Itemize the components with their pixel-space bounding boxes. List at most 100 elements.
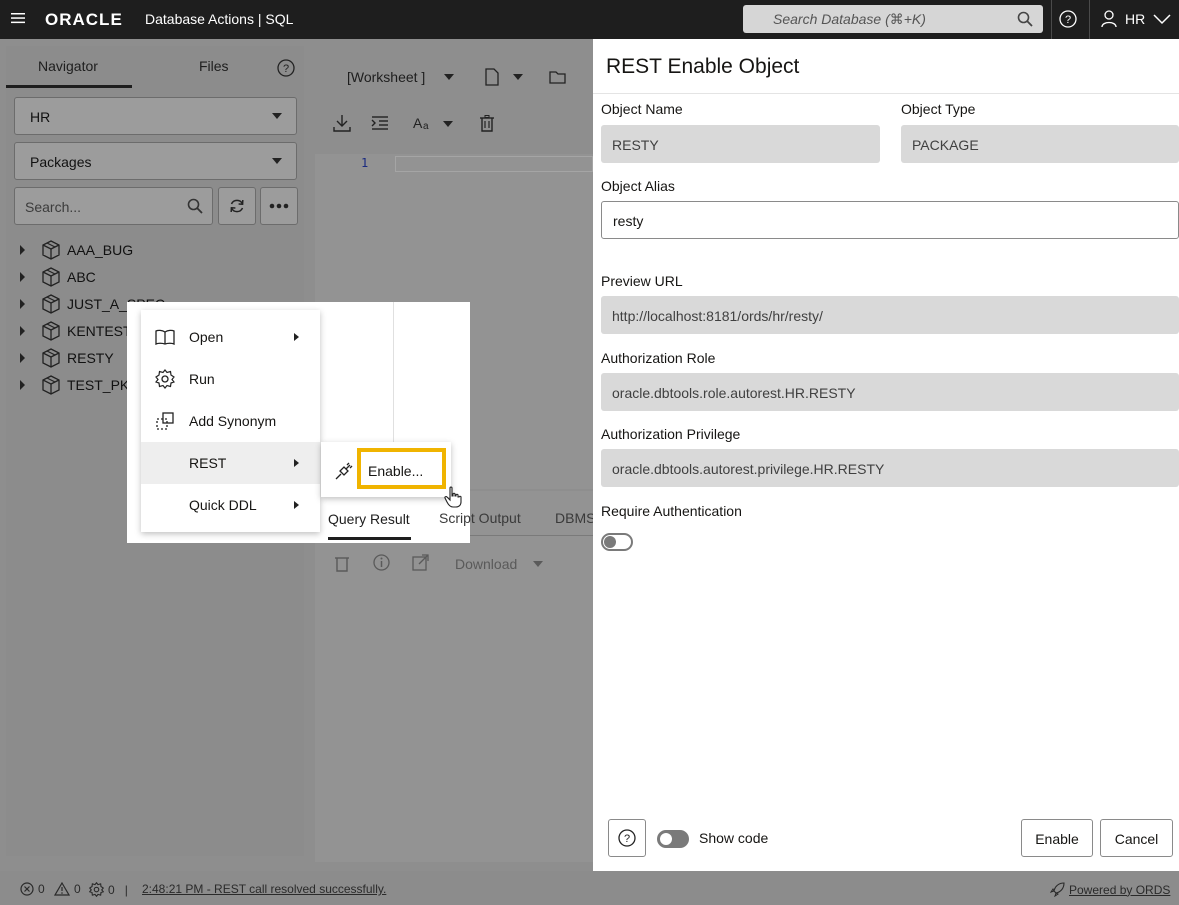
tab-query-result[interactable]: Query Result [328,511,410,527]
new-file-icon[interactable] [484,68,500,86]
gear-icon [141,369,189,389]
menu-item-rest[interactable]: REST [141,442,320,484]
folder-open-icon[interactable] [549,69,567,85]
menu-item-open[interactable]: Open [141,316,320,358]
search-placeholder: Search... [25,199,82,215]
warning-icon [54,882,70,896]
download-icon[interactable] [333,114,351,132]
search-icon [1017,11,1033,27]
expand-arrow-icon[interactable] [20,380,25,390]
powered-by-ords[interactable]: Powered by ORDS [1050,882,1170,897]
context-menu: Open Run Add Synonym REST Quick DDL [141,310,320,532]
user-menu[interactable]: HR [1101,10,1171,28]
tab-navigator[interactable]: Navigator [38,58,98,74]
warning-count[interactable]: 0 [54,882,81,896]
field-value: RESTY [612,137,659,153]
schema-select[interactable]: HR [14,97,297,135]
menu-item-run[interactable]: Run [141,358,320,400]
oracle-logo: ORACLE [45,10,123,29]
status-message-link[interactable]: 2:48:21 PM - REST call resolved successf… [142,882,386,896]
menu-item-quick-ddl[interactable]: Quick DDL [141,484,320,526]
expand-arrow-icon[interactable] [20,272,25,282]
worksheet-toolbar: [Worksheet ] [315,46,593,106]
tree-item[interactable]: ABC [20,266,96,288]
download-button[interactable]: Download [455,556,517,572]
toggle-knob [604,536,616,548]
authorization-role-label: Authorization Role [601,350,716,366]
status-message[interactable]: 2:48:21 PM - REST call resolved successf… [142,882,386,896]
help-icon[interactable]: ? [277,59,295,77]
show-code-toggle[interactable] [657,830,689,848]
svg-text:?: ? [624,833,630,845]
tab-files[interactable]: Files [199,58,229,74]
tree-item[interactable]: TEST_PKG [20,374,140,396]
more-icon [269,203,289,209]
tree-item[interactable]: RESTY [20,347,114,369]
error-icon [20,882,34,896]
tab-script-output[interactable]: Script Output [439,510,521,526]
enable-button[interactable]: Enable [1021,819,1093,857]
error-count-value: 0 [38,882,45,896]
require-authentication-toggle[interactable] [601,533,633,551]
object-type-field: PACKAGE [901,125,1179,163]
tree-item[interactable]: KENTEST [20,320,132,342]
divider [1051,0,1052,39]
expand-arrow-icon[interactable] [20,326,25,336]
chevron-right-icon [294,333,299,341]
expand-arrow-icon[interactable] [20,299,25,309]
search-database-input[interactable]: Search Database (⌘+K) [743,5,1043,33]
field-value: oracle.dbtools.role.autorest.HR.RESTY [612,385,856,401]
caret-down-icon[interactable] [513,74,523,80]
help-button[interactable]: ? [608,819,646,857]
caret-down-icon[interactable] [444,74,454,80]
error-count[interactable]: 0 [20,882,45,896]
tree-item-label: ABC [67,269,96,285]
separator: | [124,882,128,897]
tree-item[interactable]: AAA_BUG [20,239,133,261]
info-icon[interactable] [373,554,390,571]
menu-item-add-synonym[interactable]: Add Synonym [141,400,320,442]
tree-item-label: AAA_BUG [67,242,134,258]
divider [593,93,1179,94]
search-placeholder: Search Database (⌘+K) [773,11,926,27]
trash-icon[interactable] [480,115,494,132]
active-tab-indicator [328,537,411,540]
caret-down-icon[interactable] [533,561,543,567]
expand-arrow-icon[interactable] [20,353,25,363]
trash-icon[interactable] [335,555,349,572]
status-bar: 0 0 0 | 2:48:21 PM - REST call resolved … [0,871,1179,905]
indent-icon[interactable] [371,115,389,131]
schema-value: HR [30,109,51,125]
menu-item-enable[interactable]: Enable... [357,448,446,489]
caret-down-icon [272,113,282,119]
tab-dbms-output[interactable]: DBMS [555,510,595,526]
authorization-privilege-field: oracle.dbtools.autorest.privilege.HR.RES… [601,449,1179,487]
button-label: Enable [1035,831,1079,847]
cancel-button[interactable]: Cancel [1100,819,1173,857]
authorization-privilege-label: Authorization Privilege [601,426,741,442]
more-actions-button[interactable] [260,187,298,225]
chevron-down-icon [1153,13,1171,25]
help-icon[interactable]: ? [1059,10,1077,28]
svg-text:a: a [423,121,429,131]
object-name-field: RESTY [601,125,880,163]
gear-icon [89,882,104,897]
refresh-button[interactable] [218,187,256,225]
top-bar: ORACLE Database Actions | SQL Search Dat… [0,0,1179,39]
task-count[interactable]: 0 | [89,882,128,897]
object-alias-input[interactable]: resty [601,201,1179,239]
synonym-icon [141,412,189,430]
active-line [395,156,593,172]
toggle-knob [660,833,672,845]
expand-arrow-icon[interactable] [20,245,25,255]
hamburger-menu-icon[interactable] [11,12,25,24]
navigator-search-input[interactable]: Search... [14,187,213,225]
open-external-icon[interactable] [412,554,429,571]
font-case-icon[interactable]: Aa [413,115,433,131]
object-type-select[interactable]: Packages [14,142,297,180]
worksheet-title[interactable]: [Worksheet ] [347,69,425,85]
caret-down-icon[interactable] [443,121,453,127]
chevron-right-icon [294,501,299,509]
powered-by-link[interactable]: Powered by ORDS [1069,883,1170,897]
search-icon [187,198,203,214]
